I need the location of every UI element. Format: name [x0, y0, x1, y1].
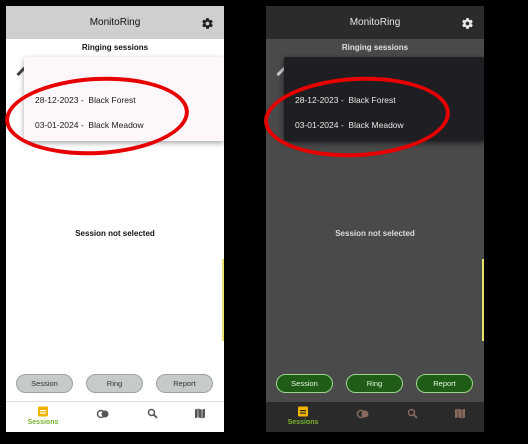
search-icon — [407, 408, 418, 419]
rings-icon — [96, 409, 109, 419]
nav-sessions[interactable]: Sessions — [23, 406, 63, 426]
nav-rings[interactable] — [343, 406, 383, 419]
sessions-icon — [298, 406, 308, 417]
nav-label-sessions: Sessions — [287, 419, 319, 426]
rings-icon — [356, 409, 369, 419]
app-bar: MonitoRing — [6, 6, 224, 39]
session-button[interactable]: Session — [276, 374, 333, 393]
nav-map[interactable] — [180, 406, 220, 419]
empty-state-message: Session not selected — [335, 229, 415, 238]
nav-rings[interactable] — [83, 406, 123, 419]
dark-theme-screen: MonitoRing Ringing sessions 28-12-2023 -… — [266, 6, 484, 432]
nav-search[interactable] — [392, 406, 432, 419]
ring-button[interactable]: Ring — [346, 374, 403, 393]
search-icon — [147, 408, 158, 419]
nav-label-sessions: Sessions — [27, 419, 59, 426]
map-icon — [455, 408, 465, 419]
nav-search[interactable] — [132, 406, 172, 419]
session-button[interactable]: Session — [16, 374, 73, 393]
light-theme-screen: MonitoRing Ringing sessions 28-12-2023 -… — [6, 6, 224, 432]
gear-icon[interactable] — [461, 17, 474, 30]
section-title: Ringing sessions — [341, 43, 409, 52]
app-bar: MonitoRing — [266, 6, 484, 39]
nav-map[interactable] — [440, 406, 480, 419]
report-button[interactable]: Report — [416, 374, 473, 393]
ring-button[interactable]: Ring — [86, 374, 143, 393]
scroll-indicator[interactable] — [222, 259, 224, 341]
nav-sessions[interactable]: Sessions — [283, 406, 323, 426]
map-icon — [195, 408, 205, 419]
section-title: Ringing sessions — [81, 43, 149, 52]
bottom-nav: Sessions — [6, 401, 224, 432]
scroll-indicator[interactable] — [482, 259, 484, 341]
empty-state-message: Session not selected — [75, 229, 155, 238]
sessions-icon — [38, 406, 48, 417]
bottom-nav: Sessions — [266, 402, 484, 432]
report-button[interactable]: Report — [156, 374, 213, 393]
app-title: MonitoRing — [349, 17, 401, 28]
gear-icon[interactable] — [201, 17, 214, 30]
app-title: MonitoRing — [89, 17, 141, 28]
